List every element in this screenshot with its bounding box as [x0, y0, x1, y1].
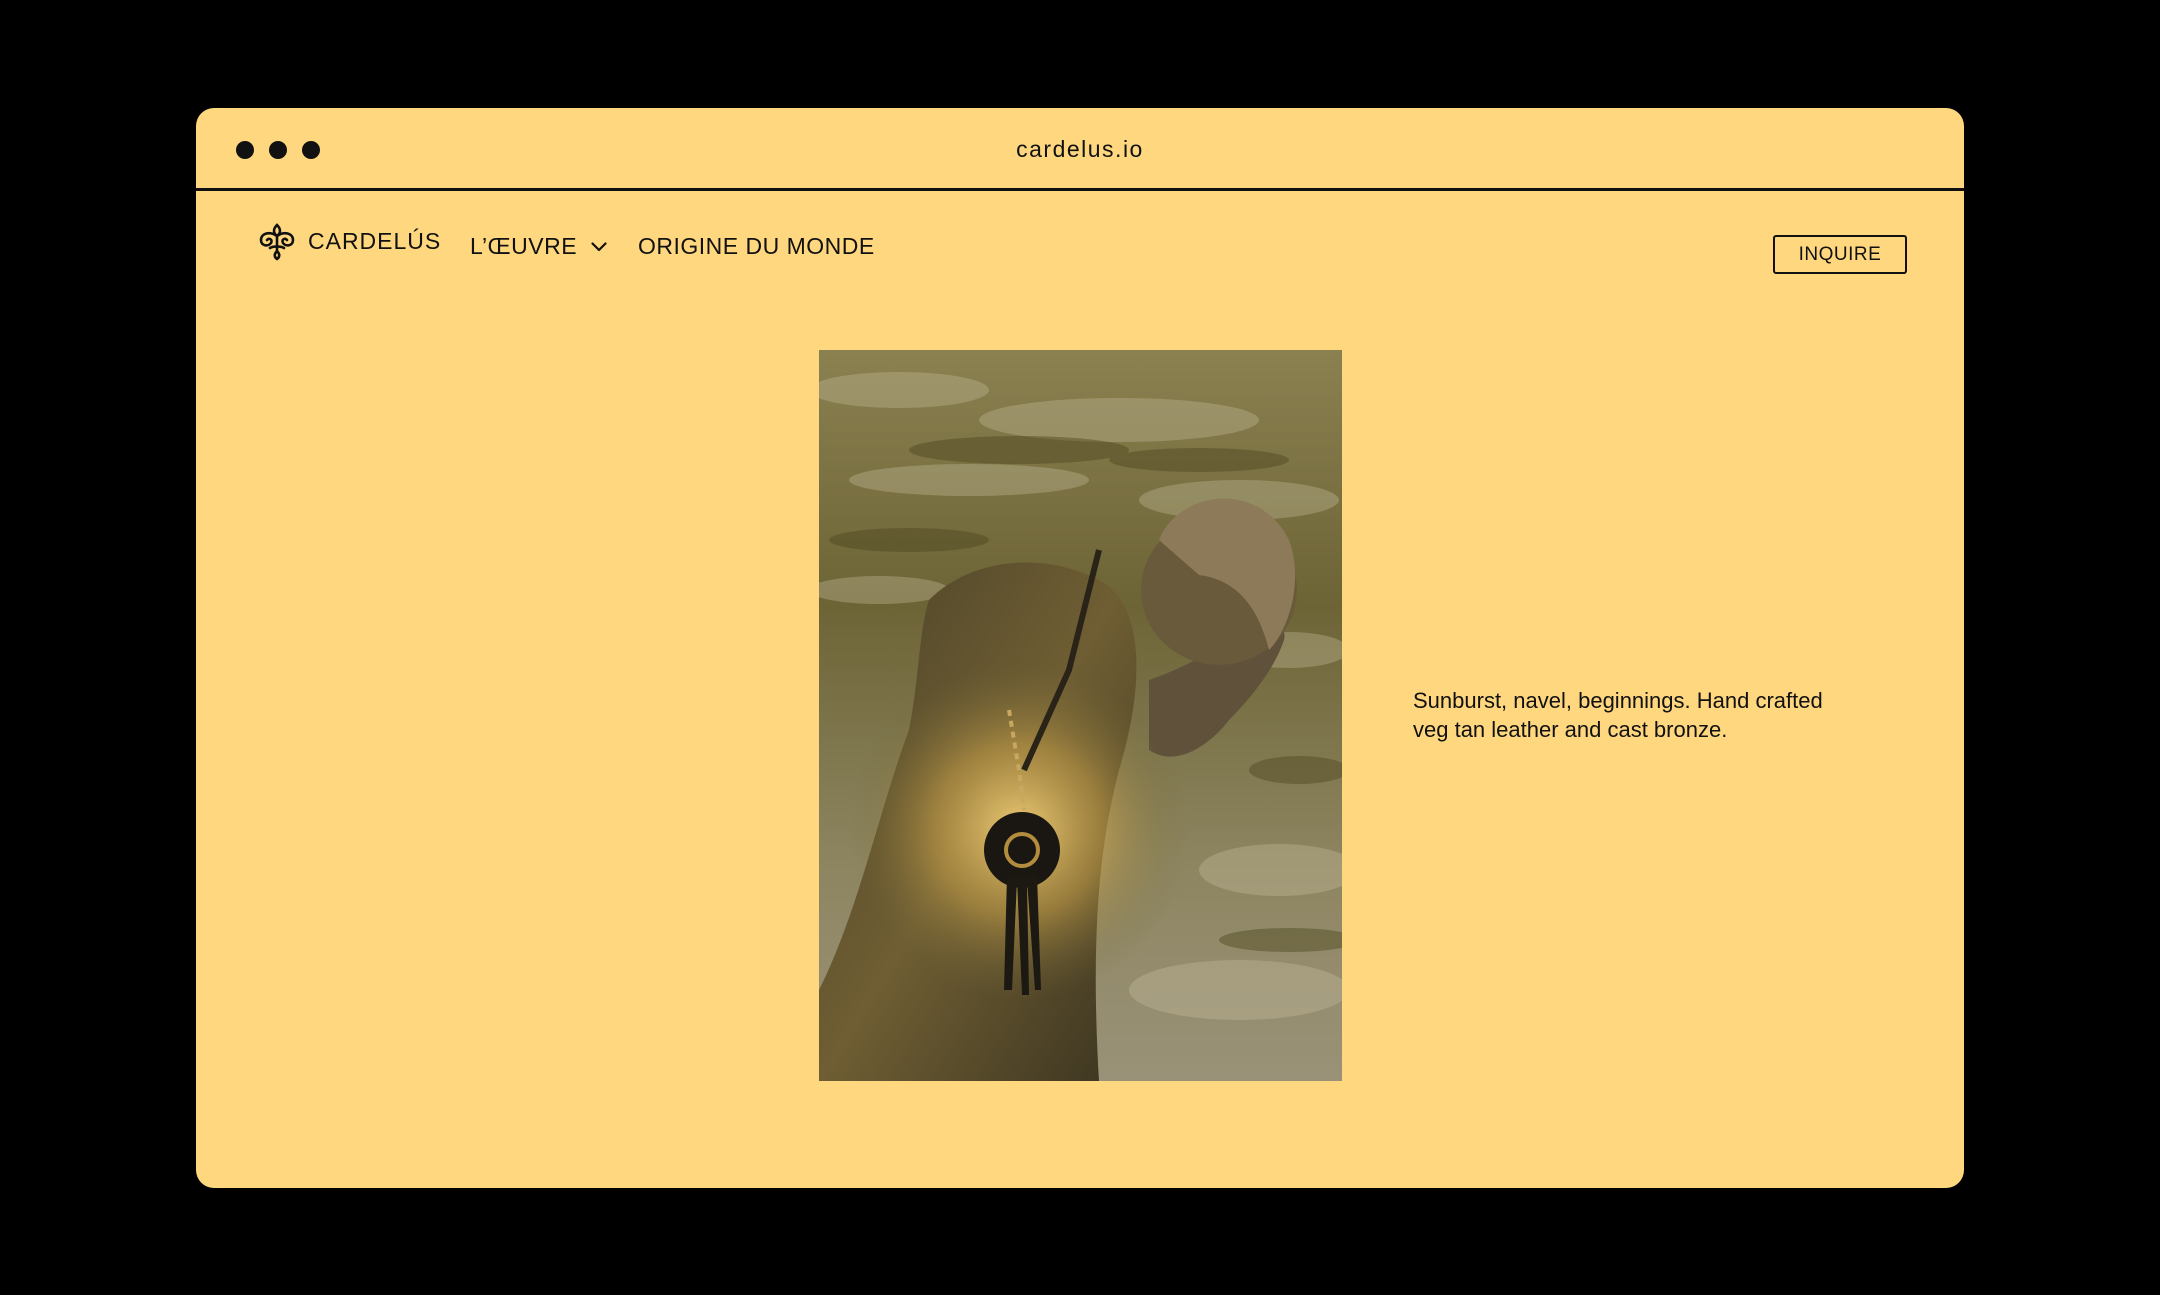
description-line-2: veg tan leather and cast bronze. — [1413, 717, 1728, 742]
nav-item-oeuvre-label: L’ŒUVRE — [470, 233, 578, 259]
chevron-down-icon — [591, 241, 607, 252]
inquire-button[interactable]: INQUIRE — [1773, 235, 1907, 274]
site-navigation: CARDELÚS L’ŒUVRE ORIGINE DU MONDE INQUIR… — [196, 191, 1964, 291]
browser-titlebar: cardelus.io — [196, 108, 1964, 191]
browser-window: cardelus.io CARDELÚS L’ŒUVRE ORIGINE DU … — [196, 108, 1964, 1188]
brand-name: CARDELÚS — [308, 227, 442, 254]
fleur-logo-icon — [256, 221, 298, 261]
nav-item-origine-label: ORIGINE DU MONDE — [638, 233, 875, 259]
address-bar-url[interactable]: cardelus.io — [196, 136, 1964, 163]
nav-item-oeuvre[interactable]: L’ŒUVRE — [470, 233, 607, 260]
nav-item-origine-du-monde[interactable]: ORIGINE DU MONDE — [638, 233, 875, 260]
model-with-leather-bronze-pendant-photo — [819, 350, 1342, 1081]
product-description: Sunburst, navel, beginnings. Hand crafte… — [1413, 686, 1873, 744]
description-line-1: Sunburst, navel, beginnings. Hand crafte… — [1413, 688, 1823, 713]
brand-link[interactable]: CARDELÚS — [256, 221, 441, 261]
